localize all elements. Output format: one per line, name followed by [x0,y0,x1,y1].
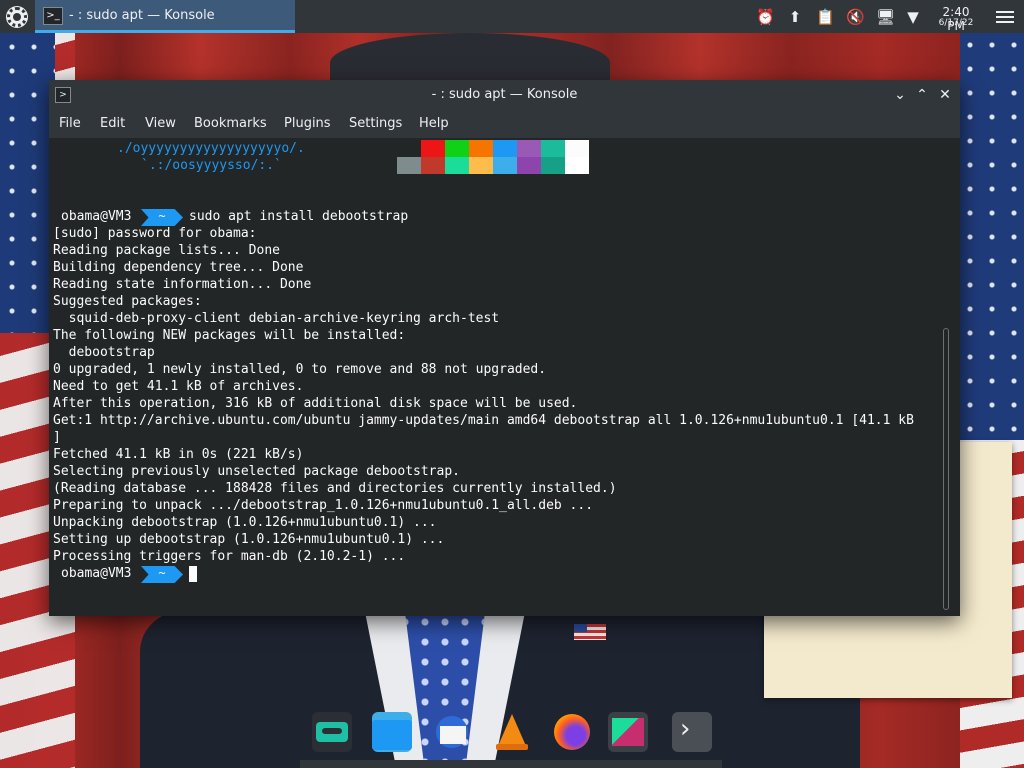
color-swatch [421,157,445,174]
network-icon[interactable]: 🖥 [876,8,895,26]
notifications-icon[interactable]: ⏰ [756,8,775,26]
kdevelop-icon[interactable] [608,712,648,752]
panel-menu-icon[interactable] [996,8,1014,24]
terminal-output-line: Need to get 41.1 kB of archives. [53,379,304,394]
terminal-scrollbar[interactable] [941,328,951,610]
prompt-user: obama@VM3 [61,566,132,581]
volume-muted-icon[interactable]: 🔇 [846,8,865,26]
clock-date[interactable]: 6/17/22 [932,18,980,28]
color-swatch [469,157,493,174]
terminal-view[interactable]: ./oyyyyyyyyyyyyyyyyyyo/. `.:/oosyyyysso/… [49,138,960,616]
terminal-output-line: Processing triggers for man-db (2.10.2-1… [53,549,406,564]
mail-client-icon[interactable] [432,712,472,752]
color-swatch [541,157,565,174]
maximize-button[interactable]: ⌃ [912,85,932,105]
terminal-output-line: Get:1 http://archive.ubuntu.com/ubuntu j… [53,413,914,428]
menu-settings[interactable]: Settings [349,116,402,131]
color-swatch [397,140,421,157]
application-launcher-icon[interactable] [6,6,28,28]
window-titlebar[interactable]: > - : sudo apt — Konsole ⌄ ⌃ ✕ [49,80,960,110]
terminal-output-line: Reading state information... Done [53,277,312,292]
color-swatch [445,157,469,174]
menu-bar: File Edit View Bookmarks Plugins Setting… [49,110,960,138]
terminal-cursor [189,566,197,582]
konsole-window: > - : sudo apt — Konsole ⌄ ⌃ ✕ File Edit… [49,80,960,616]
menu-plugins[interactable]: Plugins [284,116,331,131]
taskbar-item-konsole[interactable]: >_ - : sudo apt — Konsole [35,0,295,33]
color-swatch [397,157,421,174]
terminal-output-line: 0 upgraded, 1 newly installed, 0 to remo… [53,362,547,377]
terminal-output-line: debootstrap [53,345,155,360]
color-swatch [565,140,589,157]
terminal-output-line: [sudo] password for obama: [53,226,257,241]
scrollbar-thumb[interactable] [943,328,949,610]
file-manager-icon[interactable] [372,712,412,752]
ascii-art-line: `.:/oosyyyysso/:.` [141,158,282,173]
terminal-output-line: Preparing to unpack .../debootstrap_1.0.… [53,498,594,513]
color-swatch [493,140,517,157]
command-text: sudo apt install debootstrap [189,209,409,224]
flag-left-canton [0,33,55,333]
color-swatch [517,157,541,174]
menu-bookmarks[interactable]: Bookmarks [194,116,267,131]
updates-icon[interactable]: ⬆ [786,8,804,26]
window-title: - : sudo apt — Konsole [431,87,578,102]
prompt-user: obama@VM3 [61,209,132,224]
minimize-button[interactable]: ⌄ [890,85,910,105]
terminal-output-line: Setting up debootstrap (1.0.126+nmu1ubun… [53,532,445,547]
terminal-output-line: squid-deb-proxy-client debian-archive-ke… [53,311,500,326]
menu-help[interactable]: Help [419,116,449,131]
konsole-icon: >_ [43,7,63,25]
menu-edit[interactable]: Edit [100,116,125,131]
cassette-app-icon[interactable] [312,712,352,752]
vlc-icon[interactable] [492,712,532,752]
close-button[interactable]: ✕ [935,85,955,105]
terminal-output-line: Selecting previously unselected package … [53,464,460,479]
flag-pin [574,624,606,640]
terminal-output-line: Suggested packages: [53,294,202,309]
color-swatch [517,140,541,157]
prompt-directory: ~ [141,566,183,583]
terminal-output-line: Unpacking debootstrap (1.0.126+nmu1ubunt… [53,515,437,530]
taskbar-item-label: - : sudo apt — Konsole [69,8,215,23]
terminal-output-line: (Reading database ... 188428 files and d… [53,481,617,496]
firefox-icon[interactable] [552,712,592,752]
terminal-output-line: The following NEW packages will be insta… [53,328,406,343]
terminal-output-line: Building dependency tree... Done [53,260,304,275]
clipboard-icon[interactable]: 📋 [816,8,835,26]
prompt-directory: ~ [141,209,183,226]
terminal-output-line: After this operation, 316 kB of addition… [53,396,578,411]
color-swatch [565,157,589,174]
next-arrow-icon[interactable]: › [672,712,712,752]
expand-tray-icon[interactable]: ▼ [904,8,922,26]
color-swatch [469,140,493,157]
terminal-output-line: Fetched 41.1 kB in 0s (221 kB/s) [53,447,304,462]
terminal-output-line: ] [53,430,61,445]
flag-right [960,33,1024,453]
menu-view[interactable]: View [145,116,176,131]
color-swatch [445,140,469,157]
color-swatch [541,140,565,157]
color-swatch [493,157,517,174]
menu-file[interactable]: File [59,116,81,131]
ascii-art-line: ./oyyyyyyyyyyyyyyyyyyo/. [117,141,305,156]
color-swatch [421,140,445,157]
terminal-output-line: Reading package lists... Done [53,243,280,258]
dock [300,760,722,768]
top-panel: >_ - : sudo apt — Konsole ⏰ ⬆ 📋 🔇 🖥 ▼ 2:… [0,0,1024,33]
